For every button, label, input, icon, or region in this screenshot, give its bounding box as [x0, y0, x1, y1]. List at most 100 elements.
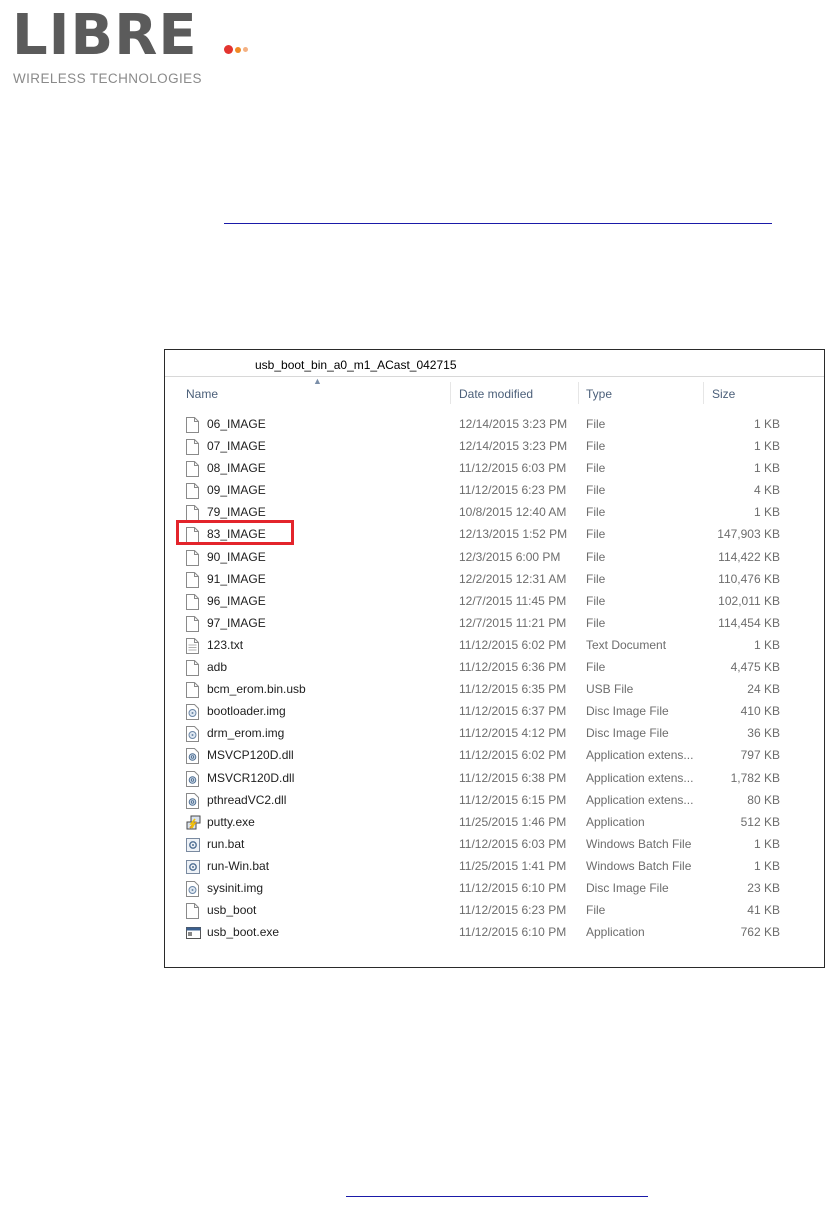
file-date-modified: 11/12/2015 6:36 PM: [459, 660, 567, 675]
file-date-modified: 11/12/2015 6:10 PM: [459, 880, 567, 895]
file-size: 24 KB: [747, 682, 780, 697]
file-date-modified: 11/12/2015 6:02 PM: [459, 637, 567, 652]
file-size: 1 KB: [753, 637, 780, 652]
file-row[interactable]: 07_IMAGE 12/14/2015 3:23 PM File 1 KB: [165, 436, 824, 458]
disc-image-icon: [186, 880, 199, 897]
file-name: 07_IMAGE: [207, 439, 266, 454]
logo-dots: [224, 41, 250, 59]
file-size: 114,454 KB: [718, 615, 780, 630]
file-row[interactable]: putty.exe 11/25/2015 1:46 PM Application 51…: [165, 812, 824, 834]
file-type: Windows Batch File: [586, 836, 692, 851]
file-name: usb_boot.exe: [207, 925, 280, 940]
file-name: 96_IMAGE: [207, 593, 266, 608]
file-type: File: [586, 571, 606, 586]
file-name: sysinit.img: [207, 880, 264, 895]
sort-up-icon: ▲: [313, 376, 322, 386]
file-row[interactable]: 09_IMAGE 11/12/2015 6:23 PM File 4 KB: [165, 480, 824, 502]
file-date-modified: 11/25/2015 1:41 PM: [459, 858, 567, 873]
file-name: usb_boot: [207, 903, 257, 918]
file-row[interactable]: MSVCP120D.dll 11/12/2015 6:02 PM Applicati…: [165, 745, 824, 767]
file-name: bcm_erom.bin.usb: [207, 682, 306, 697]
dll-icon: [186, 748, 199, 765]
file-date-modified: 11/12/2015 6:03 PM: [459, 836, 567, 851]
file-row[interactable]: bootloader.img 11/12/2015 6:37 PM Disc Ima…: [165, 701, 824, 723]
file-date-modified: 12/7/2015 11:21 PM: [459, 615, 567, 630]
file-type: Text Document: [586, 637, 667, 652]
column-divider[interactable]: [703, 382, 704, 404]
column-divider[interactable]: [578, 382, 579, 404]
file-size: 1 KB: [753, 461, 780, 476]
disc-image-icon: [186, 704, 199, 721]
file-name: pthreadVC2.dll: [207, 792, 287, 807]
file-date-modified: 11/12/2015 6:38 PM: [459, 770, 567, 785]
file-size: 797 KB: [740, 748, 780, 763]
file-row[interactable]: 123.txt 11/12/2015 6:02 PM Text Document 1 …: [165, 635, 824, 657]
column-header-date[interactable]: Date modified: [459, 387, 533, 401]
file-name: 09_IMAGE: [207, 483, 266, 498]
file-date-modified: 11/12/2015 6:03 PM: [459, 461, 567, 476]
file-date-modified: 11/12/2015 6:23 PM: [459, 483, 567, 498]
file-size: 1 KB: [753, 417, 780, 431]
file-name: drm_erom.img: [207, 726, 285, 741]
column-header-name[interactable]: Name: [186, 387, 218, 401]
file-row[interactable]: sysinit.img 11/12/2015 6:10 PM Disc Image …: [165, 878, 824, 900]
file-size: 80 KB: [747, 792, 780, 807]
hyperlink[interactable]: [346, 1196, 648, 1197]
file-row[interactable]: adb 11/12/2015 6:36 PM File 4,475 KB: [165, 657, 824, 679]
file-row[interactable]: 91_IMAGE 12/2/2015 12:31 AM File 110,476 KB: [165, 569, 824, 591]
file-size: 410 KB: [740, 704, 780, 719]
file-row[interactable]: 06_IMAGE 12/14/2015 3:23 PM File 1 KB: [165, 414, 824, 436]
blank-file-icon: [186, 660, 199, 677]
file-name: 91_IMAGE: [207, 571, 266, 586]
blank-file-icon: [186, 903, 199, 920]
file-size: 102,011 KB: [718, 593, 780, 608]
putty-icon: [186, 815, 201, 831]
file-type: Application: [586, 814, 645, 829]
file-name: MSVCP120D.dll: [207, 748, 294, 763]
file-type: File: [586, 505, 606, 520]
file-row[interactable]: 96_IMAGE 12/7/2015 11:45 PM File 102,011 KB: [165, 591, 824, 613]
file-row[interactable]: MSVCR120D.dll 11/12/2015 6:38 PM Applicati…: [165, 768, 824, 790]
file-type: Disc Image File: [586, 880, 669, 895]
file-size: 1,782 KB: [730, 770, 780, 785]
file-date-modified: 12/7/2015 11:45 PM: [459, 593, 567, 608]
file-type: File: [586, 461, 606, 476]
file-name: 123.txt: [207, 637, 244, 652]
file-size: 4 KB: [753, 483, 780, 498]
application-icon: [186, 925, 201, 941]
file-size: 4,475 KB: [730, 660, 780, 675]
file-row[interactable]: usb_boot 11/12/2015 6:23 PM File 41 KB: [165, 900, 824, 922]
file-size: 110,476 KB: [718, 571, 780, 586]
file-type: Application: [586, 925, 645, 940]
file-row[interactable]: bcm_erom.bin.usb 11/12/2015 6:35 PM USB Fi…: [165, 679, 824, 701]
file-name: putty.exe: [207, 814, 255, 829]
file-row[interactable]: usb_boot.exe 11/12/2015 6:10 PM Applicatio…: [165, 922, 824, 944]
file-date-modified: 12/2/2015 12:31 AM: [459, 571, 567, 586]
libre-logo: LIBRE WIRELESS TECHNOLOGIES: [12, 8, 252, 88]
blank-file-icon: [186, 505, 199, 522]
file-size: 1 KB: [753, 836, 780, 851]
file-size: 762 KB: [740, 925, 780, 940]
file-date-modified: 12/13/2015 1:52 PM: [459, 527, 568, 542]
file-type: Disc Image File: [586, 704, 669, 719]
file-row[interactable]: pthreadVC2.dll 11/12/2015 6:15 PM Applicat…: [165, 790, 824, 812]
blank-file-icon: [186, 571, 199, 588]
file-row[interactable]: 97_IMAGE 12/7/2015 11:21 PM File 114,454 KB: [165, 613, 824, 635]
file-type: File: [586, 903, 606, 918]
file-row[interactable]: run-Win.bat 11/25/2015 1:41 PM Windows Bat…: [165, 856, 824, 878]
file-row[interactable]: 90_IMAGE 12/3/2015 6:00 PM File 114,422 KB: [165, 547, 824, 569]
file-date-modified: 11/12/2015 6:35 PM: [459, 682, 567, 697]
file-type: Application extens...: [586, 748, 694, 763]
file-type: File: [586, 549, 606, 564]
file-explorer-window: usb_boot_bin_a0_m1_ACast_042715 ▲ Name D…: [164, 349, 825, 968]
column-header-type[interactable]: Type: [586, 387, 612, 401]
file-row[interactable]: drm_erom.img 11/12/2015 4:12 PM Disc Image…: [165, 723, 824, 745]
file-row[interactable]: run.bat 11/12/2015 6:03 PM Windows Batch F…: [165, 834, 824, 856]
file-size: 114,422 KB: [718, 549, 780, 564]
dll-icon: [186, 770, 199, 787]
column-header-size[interactable]: Size: [712, 387, 735, 401]
hyperlink[interactable]: [224, 223, 772, 224]
file-row[interactable]: 08_IMAGE 11/12/2015 6:03 PM File 1 KB: [165, 458, 824, 480]
file-type: Application extens...: [586, 770, 694, 785]
column-divider[interactable]: [450, 382, 451, 404]
